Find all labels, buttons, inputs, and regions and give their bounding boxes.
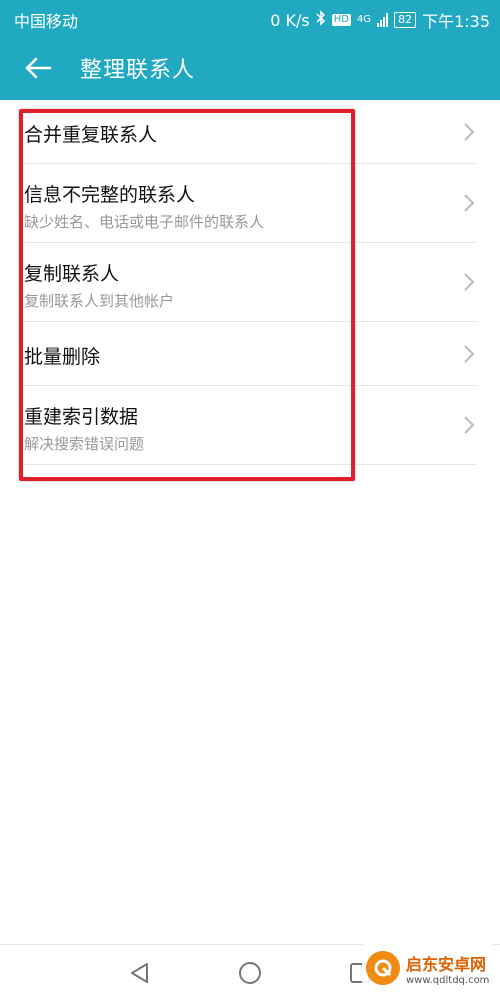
circle-home-icon xyxy=(239,962,261,984)
watermark-logo-icon xyxy=(366,951,400,985)
menu-item-subtitle: 复制联系人到其他帐户 xyxy=(24,292,175,310)
back-button[interactable] xyxy=(18,48,58,88)
watermark-url: www.qdltdq.com xyxy=(406,974,490,986)
status-time: 下午1:35 xyxy=(422,12,490,31)
status-icons: 0 K/s HD 4G 82 下午1:35 xyxy=(270,8,490,32)
menu-item-title: 批量删除 xyxy=(24,346,101,368)
nav-back-button[interactable] xyxy=(125,959,153,987)
menu-item-title: 复制联系人 xyxy=(24,263,120,285)
chevron-right-icon xyxy=(464,344,475,363)
menu-item-title: 重建索引数据 xyxy=(24,406,139,428)
status-bar: 中国移动 0 K/s HD 4G 82 下午1:35 xyxy=(0,0,500,34)
site-watermark: 启东安卓网 www.qdltdq.com xyxy=(362,942,494,994)
menu-item-subtitle: 解决搜索错误问题 xyxy=(24,435,145,453)
menu-item-rebuild-index[interactable]: 重建索引数据 解决搜索错误问题 xyxy=(24,386,476,465)
menu-item-batch-delete[interactable]: 批量删除 xyxy=(24,322,476,386)
watermark-title: 启东安卓网 xyxy=(406,954,487,974)
battery-icon: 82 xyxy=(394,12,417,28)
menu-item-incomplete-contacts[interactable]: 信息不完整的联系人 缺少姓名、电话或电子邮件的联系人 xyxy=(24,164,476,243)
header: 中国移动 0 K/s HD 4G 82 下午1:35 整理联系人 xyxy=(0,0,500,100)
chevron-right-icon xyxy=(464,416,475,434)
chevron-right-icon xyxy=(464,122,475,141)
menu-item-title: 合并重复联系人 xyxy=(24,124,158,146)
bluetooth-icon xyxy=(316,10,326,30)
triangle-back-icon xyxy=(131,963,148,983)
chevron-right-icon xyxy=(464,194,475,212)
hd-badge: HD xyxy=(331,14,351,26)
signal-icon xyxy=(377,13,389,27)
network-type: 4G xyxy=(356,14,372,25)
arrow-left-icon xyxy=(25,57,52,79)
menu-item-merge-duplicates[interactable]: 合并重复联系人 xyxy=(24,100,476,164)
nav-home-button[interactable] xyxy=(236,959,264,987)
net-speed: 0 K/s xyxy=(270,10,310,30)
menu-item-subtitle: 缺少姓名、电话或电子邮件的联系人 xyxy=(24,213,265,231)
menu-item-title: 信息不完整的联系人 xyxy=(24,184,196,206)
carrier-name: 中国移动 xyxy=(14,12,79,31)
menu-list: 合并重复联系人 信息不完整的联系人 缺少姓名、电话或电子邮件的联系人 复制联系人… xyxy=(0,100,500,465)
page-title: 整理联系人 xyxy=(80,58,196,83)
chevron-right-icon xyxy=(464,273,475,291)
title-bar: 整理联系人 xyxy=(0,40,500,96)
menu-item-copy-contacts[interactable]: 复制联系人 复制联系人到其他帐户 xyxy=(24,243,476,322)
watermark-text: 启东安卓网 www.qdltdq.com xyxy=(406,951,489,986)
